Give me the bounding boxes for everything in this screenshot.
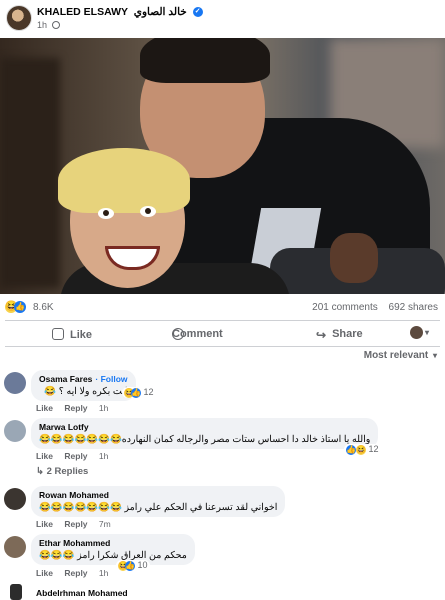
comment-actions: Like Reply 1h: [36, 403, 117, 413]
comment-reaction-count: 12: [368, 444, 379, 454]
comment-bubble: Rowan Mohamed اخواني لقد تسرعنا في الحكم…: [31, 486, 286, 517]
comment-author: Osama Fares · Follow: [39, 374, 128, 384]
profile-avatar: [410, 326, 423, 339]
comment-text: انت بكره ولا ايه ؟ 😂: [44, 386, 128, 397]
comment-reactions[interactable]: 😆👍 12: [122, 387, 156, 398]
comment-author-name[interactable]: Osama Fares: [39, 374, 92, 384]
comments-count-link[interactable]: 201 comments: [312, 302, 378, 313]
comment-button[interactable]: Comment: [172, 328, 223, 340]
comment-time[interactable]: 7m: [99, 519, 111, 529]
chevron-down-icon: ▾: [425, 328, 430, 338]
post-time[interactable]: 1h: [37, 20, 47, 30]
comment-reply-button[interactable]: Reply: [64, 519, 87, 529]
like-reaction-icon: 👍: [346, 445, 356, 455]
comment-author-name[interactable]: Abdelrhman Mohamed: [36, 588, 128, 598]
photo-man-hand: [330, 233, 378, 283]
comment-reply-button[interactable]: Reply: [64, 403, 87, 413]
comment-text: والله يا استاذ خالد دا احساس ستات مصر وا…: [39, 434, 371, 445]
post-actions: Like Comment ↪ Share ▾: [0, 324, 445, 346]
comment-time[interactable]: 1h: [99, 568, 108, 578]
like-reaction-icon: 👍: [14, 301, 26, 313]
share-label: Share: [332, 328, 363, 340]
comment-bubble: Osama Fares · Follow انت بكره ولا ايه ؟ 😂: [31, 370, 136, 401]
avatar[interactable]: [4, 420, 26, 442]
engagement-counts: 201 comments 692 shares: [304, 302, 438, 313]
comment-author-name[interactable]: Ethar Mohammed: [39, 538, 187, 548]
comment-reply-button[interactable]: Reply: [64, 451, 87, 461]
post-header: KHALED ELSAWY خالد الصاوي ✓ 1h: [0, 0, 445, 38]
globe-icon: [51, 21, 60, 29]
verified-badge-icon: ✓: [192, 7, 203, 18]
comment-like-button[interactable]: Like: [36, 451, 53, 461]
page-avatar[interactable]: [6, 5, 32, 31]
laugh-reaction-icon: 😆: [356, 445, 366, 455]
like-button[interactable]: Like: [52, 328, 92, 341]
divider: [5, 320, 440, 321]
like-icon: [52, 328, 64, 340]
page-name[interactable]: KHALED ELSAWY خالد الصاوي ✓: [37, 6, 203, 18]
photo-boy-eye: [140, 206, 156, 217]
share-icon: ↪: [316, 328, 327, 342]
avatar[interactable]: [4, 536, 26, 558]
comment-text: اخواني لقد تسرعنا في الحكم علي رامز 😂😂😂😂…: [39, 502, 278, 513]
comment-reaction-count: 10: [137, 560, 148, 570]
comment-reaction-count: 12: [143, 387, 154, 397]
reply-arrow-icon: ↳: [36, 466, 47, 477]
photo-boy-hair: [58, 148, 190, 213]
comment-reply-button[interactable]: Reply: [64, 568, 87, 578]
comment-bubble: Marwa Lotfy والله يا استاذ خالد دا احساس…: [31, 418, 379, 449]
comment-like-button[interactable]: Like: [36, 519, 53, 529]
chevron-down-icon: ▾: [432, 351, 437, 360]
comment-actions: Like Reply 1h: [36, 451, 117, 461]
follow-link[interactable]: · Follow: [95, 374, 127, 384]
post-meta: 1h: [37, 20, 60, 30]
page-name-en[interactable]: KHALED ELSAWY: [37, 6, 128, 18]
comment-time[interactable]: 1h: [99, 451, 108, 461]
share-button[interactable]: ↪ Share: [316, 328, 363, 341]
photo-man-hair: [140, 38, 270, 83]
like-reaction-icon: 👍: [131, 388, 141, 398]
sort-label: Most relevant: [363, 350, 429, 361]
page-name-ar[interactable]: خالد الصاوي: [134, 6, 187, 18]
post-photo[interactable]: [0, 38, 445, 294]
shares-count-link[interactable]: 692 shares: [389, 302, 438, 313]
like-reaction-icon: 👍: [125, 561, 135, 571]
replies-label: 2 Replies: [46, 466, 89, 477]
comment-like-button[interactable]: Like: [36, 568, 53, 578]
comment-actions: Like Reply 1h: [36, 568, 117, 578]
comment-icon: [172, 328, 184, 340]
comment-actions: Like Reply 7m: [36, 519, 120, 529]
photo-background: [0, 58, 60, 288]
react-as-profile-button[interactable]: ▾: [410, 326, 429, 339]
comment-like-button[interactable]: Like: [36, 403, 53, 413]
avatar[interactable]: [4, 372, 26, 394]
view-replies-link[interactable]: ↳ 2 Replies: [36, 466, 88, 477]
comment-text: محكم من العراق شكرا رامز 😂😂😂: [39, 550, 187, 561]
reaction-count[interactable]: 8.6K: [33, 302, 54, 313]
comment-bubble: Ethar Mohammed محكم من العراق شكرا رامز …: [31, 534, 195, 565]
reaction-icons[interactable]: 😆👍: [5, 301, 26, 313]
avatar[interactable]: [10, 584, 22, 600]
comment-author-name[interactable]: Rowan Mohamed: [39, 490, 277, 500]
avatar[interactable]: [4, 488, 26, 510]
comment-author-name[interactable]: Marwa Lotfy: [39, 422, 370, 432]
comment-reactions[interactable]: 👍😆 12: [344, 444, 381, 455]
comment-time[interactable]: 1h: [99, 403, 108, 413]
photo-boy-eye: [98, 208, 114, 219]
divider: [5, 346, 440, 347]
like-label: Like: [70, 329, 93, 341]
comment-sort-dropdown[interactable]: Most relevant ▾: [364, 350, 437, 361]
reactions-bar: 😆👍 8.6K 201 comments 692 shares: [0, 300, 445, 316]
comment-reactions[interactable]: 😆👍 10: [116, 560, 150, 571]
